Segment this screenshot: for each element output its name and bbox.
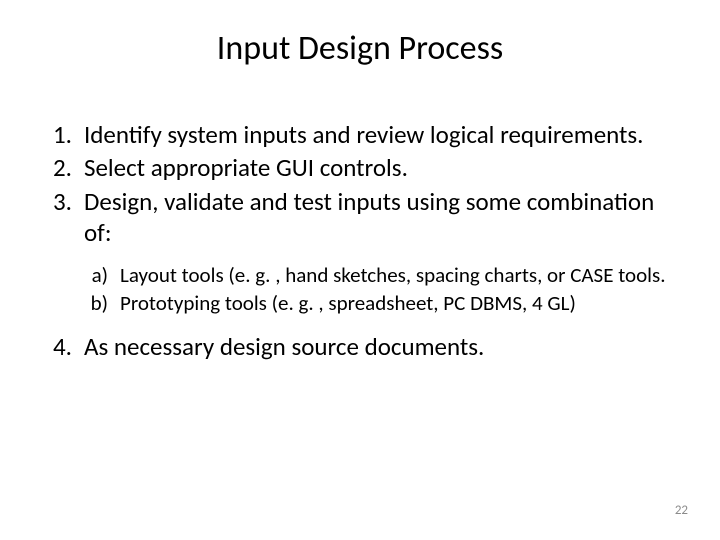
list-text: As necessary design source documents. [84, 331, 678, 362]
list-number: 3. [42, 186, 84, 249]
list-item: 3. Design, validate and test inputs usin… [42, 186, 678, 249]
main-ordered-list-continued: 4. As necessary design source documents. [42, 331, 678, 362]
list-item: 2. Select appropriate GUI controls. [42, 152, 678, 183]
list-item: 1. Identify system inputs and review log… [42, 119, 678, 150]
list-number: 2. [42, 152, 84, 183]
list-text: Design, validate and test inputs using s… [84, 186, 678, 249]
sub-list-number: b) [84, 290, 120, 316]
sub-list-item: a) Layout tools (e. g. , hand sketches, … [84, 262, 678, 288]
sub-list-item: b) Prototyping tools (e. g. , spreadshee… [84, 290, 678, 316]
main-ordered-list: 1. Identify system inputs and review log… [42, 119, 678, 248]
list-number: 4. [42, 331, 84, 362]
slide: Input Design Process 1. Identify system … [0, 0, 720, 540]
list-number: 1. [42, 119, 84, 150]
list-item: 4. As necessary design source documents. [42, 331, 678, 362]
page-number: 22 [675, 503, 688, 518]
slide-title: Input Design Process [42, 28, 678, 69]
sub-list-text: Layout tools (e. g. , hand sketches, spa… [120, 262, 678, 288]
sub-ordered-list: a) Layout tools (e. g. , hand sketches, … [84, 262, 678, 317]
sub-list-number: a) [84, 262, 120, 288]
sub-list-text: Prototyping tools (e. g. , spreadsheet, … [120, 290, 678, 316]
list-text: Identify system inputs and review logica… [84, 119, 678, 150]
list-text: Select appropriate GUI controls. [84, 152, 678, 183]
